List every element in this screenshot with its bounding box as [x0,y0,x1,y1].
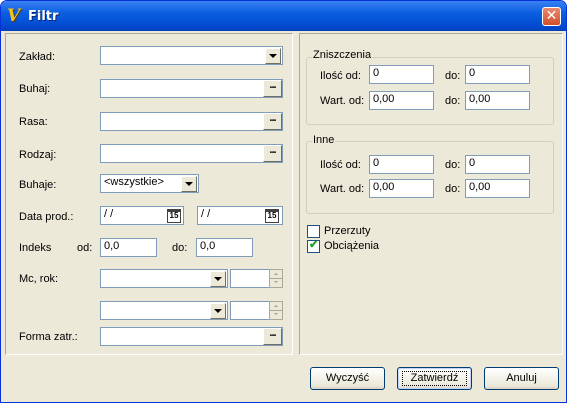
przerzuty-label[interactable]: Przerzuty [324,225,370,238]
zniszczenia-ilosc-label: Ilość od: [320,70,361,82]
calendar-icon[interactable]: 15 [167,209,181,223]
inne-wart-do-label: do: [445,183,461,195]
zniszczenia-ilosc-od-value: 0 [373,67,380,79]
indeks-do-value: 0,0 [200,240,216,252]
cancel-button[interactable]: Anuluj [484,367,559,390]
data-prod-label: Data prod.: [19,211,74,223]
app-logo-icon: V [7,6,21,26]
buhaj-label: Buhaj: [19,83,51,95]
inne-ilosc-do-field[interactable]: 0 [465,155,530,174]
buhaje-selected: <wszystkie> [104,176,164,188]
chevron-down-icon [214,309,222,313]
year-field-1[interactable] [230,269,270,288]
chevron-down-icon [269,54,277,58]
inne-ilosc-do-label: do: [445,159,461,171]
buhaj-field[interactable] [100,79,283,98]
clear-button[interactable]: Wyczyść [310,367,385,390]
title-bar[interactable]: V Filtr ✕ [1,1,566,31]
zniszczenia-wart-do-value: 0,00 [469,93,491,105]
inne-ilosc-do-value: 0 [469,157,476,169]
zniszczenia-wart-do-field[interactable]: 0,00 [465,91,530,110]
inne-ilosc-label: Ilość od: [320,159,361,171]
window-title: Filtr [28,9,59,24]
zniszczenia-wart-od-field[interactable]: 0,00 [369,91,434,110]
rasa-field[interactable] [100,112,283,131]
indeks-od-label: od: [77,242,93,254]
buhaje-label: Buhaje: [19,179,57,191]
close-button[interactable]: ✕ [542,7,561,26]
chevron-down-icon [214,277,222,281]
obciazenia-checkbox[interactable]: ✔ [307,239,320,253]
zaklad-combo[interactable] [100,46,283,65]
rodzaj-label: Rodzaj: [19,149,57,161]
rasa-browse-button[interactable]: ... [263,113,282,130]
spin-up-icon[interactable] [270,270,282,279]
month-select-1[interactable] [100,269,228,288]
inne-group [306,141,554,214]
month-dropdown-button-1[interactable] [210,271,226,287]
zniszczenia-ilosc-do-label: do: [445,70,461,82]
confirm-button[interactable]: Zatwierdź [397,367,472,390]
obciazenia-label[interactable]: Obciążenia [324,240,379,253]
buhaj-browse-button[interactable]: ... [263,80,282,97]
zniszczenia-wart-od-value: 0,00 [373,93,395,105]
checkmark-icon: ✔ [309,239,319,251]
spin-down-icon[interactable] [270,279,282,287]
indeks-do-label: do: [172,242,188,254]
year-spinner-2[interactable] [269,301,283,320]
mc-rok-label: Mc, rok: [19,273,59,285]
indeks-od-field[interactable]: 0,0 [100,238,157,257]
przerzuty-checkbox[interactable] [307,225,320,238]
spin-up-icon[interactable] [270,302,282,311]
inne-title: Inne [312,134,336,147]
indeks-label: Indeks [19,242,52,254]
data-prod-to-value: / / [201,208,211,220]
forma-zatr-browse-button[interactable]: ... [263,328,282,345]
rasa-label: Rasa: [19,116,48,128]
filter-dialog: V Filtr ✕ Zakład: Buhaj: ... Rasa: ... R… [0,0,567,403]
calendar-icon[interactable]: 15 [265,209,279,223]
year-field-2[interactable] [230,301,270,320]
close-icon: ✕ [545,8,558,24]
indeks-do-field[interactable]: 0,0 [196,238,253,257]
zniszczenia-wart-do-label: do: [445,95,461,107]
buhaje-dropdown-button[interactable] [181,176,197,192]
zaklad-dropdown-button[interactable] [265,48,281,64]
zniszczenia-ilosc-do-field[interactable]: 0 [465,65,530,84]
data-prod-from-value: / / [104,208,114,220]
forma-zatr-label: Forma zatr.: [19,331,78,343]
focus-ring [402,371,467,386]
spin-down-icon[interactable] [270,311,282,319]
month-select-2[interactable] [100,301,228,320]
year-spinner-1[interactable] [269,269,283,288]
zniszczenia-ilosc-od-field[interactable]: 0 [369,65,434,84]
inne-wart-od-value: 0,00 [373,181,395,193]
zaklad-label: Zakład: [19,51,56,63]
inne-ilosc-od-field[interactable]: 0 [369,155,434,174]
inne-wart-label: Wart. od: [320,183,365,195]
zniszczenia-ilosc-do-value: 0 [469,67,476,79]
month-dropdown-button-2[interactable] [210,303,226,319]
rodzaj-field[interactable] [100,144,283,163]
inne-ilosc-od-value: 0 [373,157,380,169]
forma-zatr-field[interactable] [100,327,283,346]
inne-wart-do-field[interactable]: 0,00 [465,179,530,198]
inne-wart-do-value: 0,00 [469,181,491,193]
chevron-down-icon [185,182,193,186]
inne-wart-od-field[interactable]: 0,00 [369,179,434,198]
zniszczenia-wart-label: Wart. od: [320,95,365,107]
rodzaj-browse-button[interactable]: ... [263,145,282,162]
zniszczenia-title: Zniszczenia [312,49,373,62]
indeks-od-value: 0,0 [104,240,120,252]
